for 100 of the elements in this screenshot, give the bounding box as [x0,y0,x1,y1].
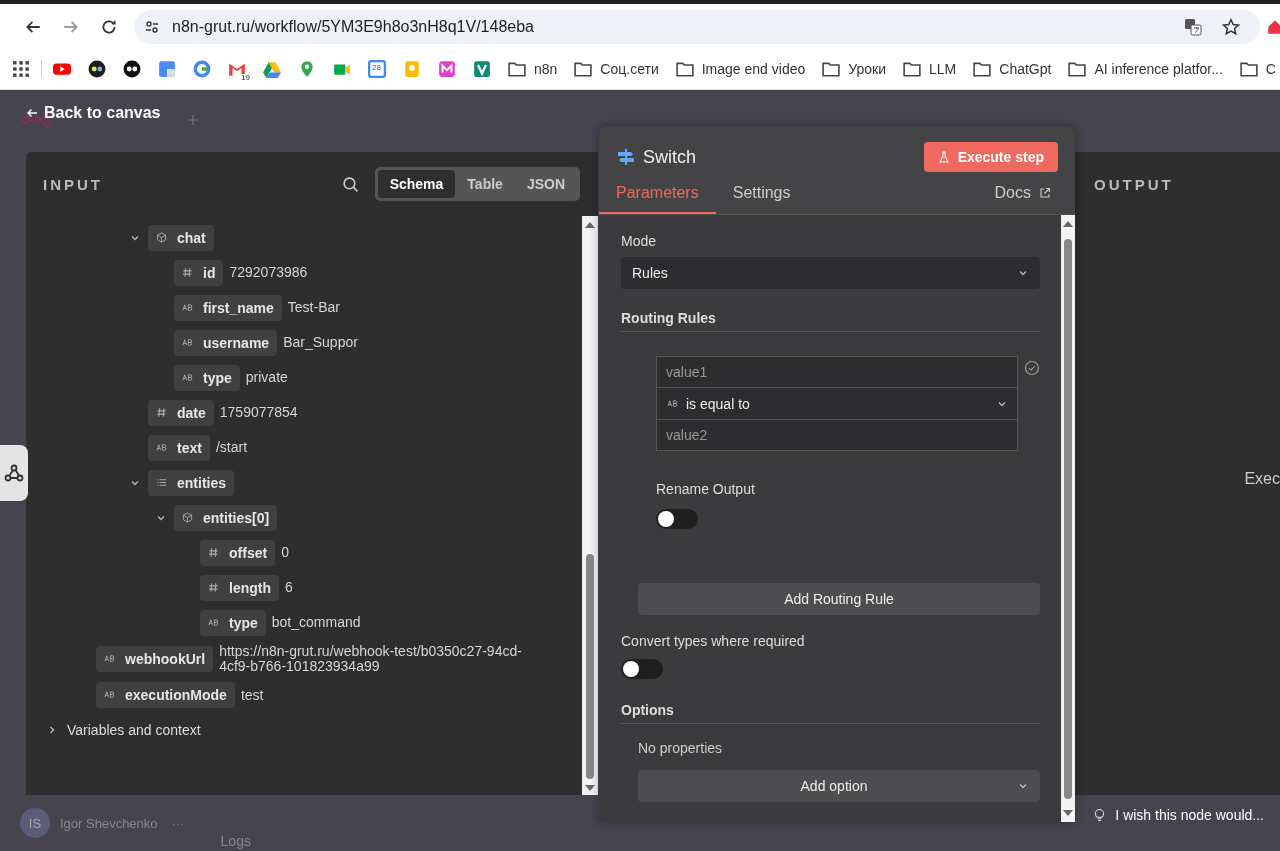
webhook-button[interactable] [0,445,28,501]
schema-value: Test-Bar [287,300,340,315]
text-type-icon [182,337,193,348]
bookmark-folder[interactable]: LLM [903,61,957,77]
search-icon[interactable] [341,175,359,193]
schema-key[interactable]: id [174,259,224,286]
text-type-icon [156,442,167,453]
view-tab[interactable]: Schema [377,170,456,198]
schema-key[interactable]: text [148,434,210,461]
hash-icon [156,407,167,418]
text-type-icon [667,398,678,409]
bookmark-folder[interactable]: Уроки [822,61,887,77]
text-type-icon [208,617,219,628]
schema-key[interactable]: chat [148,224,214,251]
bookmark-folder[interactable]: Соц.сети [574,61,659,77]
schema-key[interactable]: entities [148,469,234,496]
settings-tab[interactable]: Settings [715,180,808,214]
mode-select[interactable]: Rules [621,257,1040,289]
folder-icon [1068,61,1087,77]
chevron-icon[interactable] [47,725,57,736]
folder-icon [1239,61,1258,77]
node-title: Switch [643,146,696,168]
user-name: Igor Shevchenko [60,815,158,831]
add-routing-rule-button[interactable]: Add Routing Rule [638,583,1040,615]
list-icon [156,477,167,488]
scrollbar[interactable] [582,216,598,795]
folder-icon [973,61,992,77]
feedback-link[interactable]: I wish this node would... [1094,807,1264,823]
url-text: n8n-grut.ru/workflow/5YM3E9h8o3nH8q1V/148eba [172,18,534,36]
empty-message: No properties [638,740,723,756]
hash-icon [208,547,219,558]
text-type-icon [182,302,193,313]
schema-value: 0 [281,545,289,560]
section-label: Routing Rules [621,310,716,326]
bookmark-folder[interactable]: AI inference platfor... [1068,61,1223,77]
folder-icon [508,61,526,77]
webhook-icon [4,463,24,483]
schema-value: bot_command [271,615,361,630]
field-label: Convert types where required [621,633,805,649]
output-message: Exec [1244,470,1280,488]
external-link-icon [1039,187,1051,199]
panel-title: INPUT [43,175,103,193]
add-option-button[interactable]: Add option [638,770,1040,802]
bookmark-favicon[interactable]: 28 [368,60,386,78]
star-icon[interactable] [1222,18,1240,36]
translate-icon[interactable] [1184,18,1202,36]
lightbulb-icon [1094,808,1106,822]
bookmark-folder[interactable]: ChatGpt [973,61,1052,77]
check-circle-icon[interactable] [1024,360,1040,376]
schema-key[interactable]: date [148,399,214,426]
text-type-icon [104,653,115,665]
site-settings-icon[interactable] [144,19,160,35]
schema-key[interactable]: webhookUrl [96,645,214,672]
schema-key[interactable]: type [174,364,240,391]
reload-icon[interactable] [100,18,118,36]
view-tab[interactable]: JSON [514,170,577,198]
schema-key[interactable]: length [200,574,279,601]
bookmark-folder[interactable]: C [1239,61,1276,77]
bookmark-favicon[interactable] [88,60,106,78]
schema-key[interactable]: type [200,609,266,636]
schema-key[interactable]: first_name [174,294,282,321]
value-input[interactable]: value2 [656,419,1018,451]
folder-icon [822,61,841,77]
address-bar[interactable]: n8n-grut.ru/workflow/5YM3E9h8o3nH8q1V/148eba [134,10,1260,44]
field-label: Mode [621,233,657,249]
folder-icon [903,61,922,77]
toggle-switch[interactable] [656,509,698,529]
chevron-icon[interactable] [1018,268,1028,278]
value-input[interactable]: value1 [656,356,1018,388]
schema-value: 6 [285,580,293,595]
scrollbar[interactable] [1061,215,1075,822]
schema-key[interactable]: username [174,329,278,356]
folder-icon [574,61,593,77]
cube-icon [156,232,167,243]
schema-key[interactable]: offset [200,539,276,566]
schema-key[interactable]: executionMode [96,681,235,708]
panel-title: OUTPUT [1094,176,1175,193]
bookmark-folder[interactable]: Image end video [675,61,806,77]
schema-value: private [245,370,288,385]
toggle-switch[interactable] [621,659,663,679]
variables-toggle[interactable]: Variables and context [67,722,201,739]
flask-icon [937,151,950,163]
bookmark-folder[interactable]: n8n [508,61,558,77]
schema-value: https://n8n-grut.ru/webhook-test/b0350c27-94cd-4cf9-b766-101823934a99 [219,644,523,674]
apps-icon[interactable] [12,60,30,78]
schema-value: test [240,687,264,703]
schema-value: 1759077854 [219,405,298,420]
hash-icon [182,267,193,278]
extension-icon[interactable] [1266,18,1280,36]
hash-icon [208,582,219,593]
schema-key[interactable]: entities[0] [174,504,278,531]
docs-link[interactable]: Docs [994,180,1051,214]
view-tab[interactable]: Table [455,170,515,198]
schema-value: /start [215,440,248,455]
text-type-icon [182,372,193,383]
bookmark-favicon[interactable] [123,60,141,78]
back-to-canvas-button[interactable]: Back to canvas [26,104,161,122]
operator-select[interactable]: is equal to [656,388,1018,419]
chevron-icon[interactable] [1018,781,1028,791]
schema-value: Bar_Suppor [283,335,358,350]
